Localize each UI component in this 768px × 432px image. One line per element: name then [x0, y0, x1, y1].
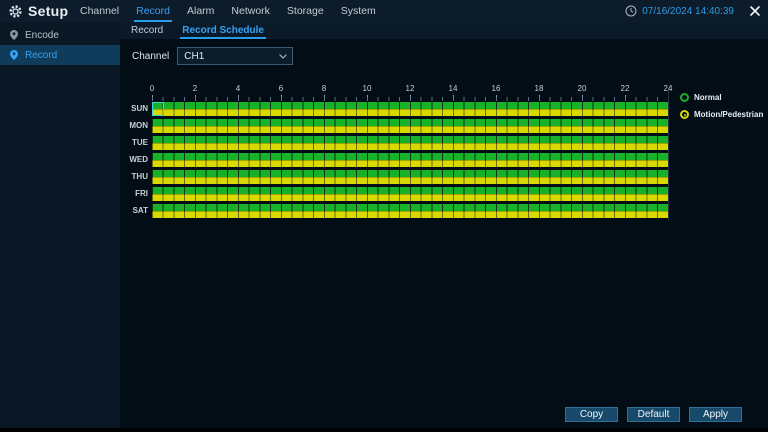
- datetime-display: 07/16/2024 14:40:39: [642, 5, 734, 17]
- record-icon: [10, 50, 18, 60]
- hour-label: 16: [491, 84, 501, 93]
- schedule-grid: 0 2 4 6 8 10 12 14 16 18 20 22 24 SUN MO…: [120, 22, 768, 428]
- schedule-bar-thu[interactable]: [152, 170, 668, 184]
- topbar-right: 07/16/2024 14:40:39: [625, 0, 761, 22]
- sidebar-item-encode[interactable]: Encode: [0, 25, 120, 45]
- sidebar: Encode Record: [0, 22, 120, 428]
- apply-button[interactable]: Apply: [689, 407, 742, 422]
- hour-label: 4: [235, 84, 241, 93]
- legend-label: Normal: [694, 93, 722, 102]
- hour-ticks-minor: [152, 97, 669, 101]
- setup-window: Setup Channel Record Alarm Network Stora…: [0, 0, 768, 432]
- menu-item-storage[interactable]: Storage: [285, 0, 326, 22]
- day-label: THU: [131, 172, 148, 181]
- selection-cursor: [152, 102, 164, 116]
- motion-band: [152, 160, 668, 167]
- motion-band: [152, 109, 668, 116]
- legend: Normal Motion/Pedestrian: [680, 93, 763, 119]
- sidebar-item-label: Encode: [25, 29, 59, 41]
- schedule-day-row: TUE: [120, 136, 768, 150]
- page-title: Setup: [28, 3, 69, 19]
- schedule-bar-wed[interactable]: [152, 153, 668, 167]
- legend-item-motion: Motion/Pedestrian: [680, 110, 763, 119]
- hour-label: 18: [534, 84, 544, 93]
- sidebar-item-record[interactable]: Record: [0, 45, 120, 65]
- motion-band: [152, 126, 668, 133]
- close-icon[interactable]: [749, 5, 761, 17]
- hour-label: 22: [620, 84, 630, 93]
- default-button[interactable]: Default: [627, 407, 680, 422]
- normal-band: [152, 153, 668, 160]
- topbar: Setup Channel Record Alarm Network Stora…: [0, 0, 768, 22]
- app-brand: Setup: [9, 0, 68, 22]
- main-panel: Record Record Schedule Channel CH1 0 2 4…: [120, 22, 768, 428]
- normal-band: [152, 187, 668, 194]
- normal-band: [152, 170, 668, 177]
- hour-label: 8: [321, 84, 327, 93]
- day-label: MON: [129, 121, 148, 130]
- day-label: WED: [129, 155, 148, 164]
- copy-button[interactable]: Copy: [565, 407, 618, 422]
- day-label: SAT: [132, 206, 148, 215]
- normal-legend-icon: [680, 93, 689, 102]
- normal-band: [152, 102, 668, 109]
- hour-label: 14: [448, 84, 458, 93]
- hour-label: 6: [278, 84, 284, 93]
- hour-label: 20: [577, 84, 587, 93]
- motion-band: [152, 194, 668, 201]
- schedule-bar-sun[interactable]: [152, 102, 668, 116]
- menu-item-alarm[interactable]: Alarm: [185, 0, 216, 22]
- schedule-day-row: SAT: [120, 204, 768, 218]
- gear-icon: [9, 4, 22, 18]
- motion-legend-icon: [680, 110, 689, 119]
- legend-item-normal: Normal: [680, 93, 763, 102]
- footer-buttons: Copy Default Apply: [565, 407, 742, 422]
- day-label: TUE: [132, 138, 148, 147]
- legend-label: Motion/Pedestrian: [694, 110, 764, 119]
- motion-band: [152, 177, 668, 184]
- schedule-bar-tue[interactable]: [152, 136, 668, 150]
- encode-icon: [10, 30, 18, 40]
- normal-band: [152, 119, 668, 126]
- schedule-day-row: WED: [120, 153, 768, 167]
- main-menu: Channel Record Alarm Network Storage Sys…: [78, 0, 378, 22]
- schedule-bar-mon[interactable]: [152, 119, 668, 133]
- hour-label: 10: [362, 84, 372, 93]
- sidebar-item-label: Record: [25, 49, 58, 61]
- menu-item-network[interactable]: Network: [229, 0, 272, 22]
- schedule-day-row: MON: [120, 119, 768, 133]
- schedule-day-row: FRI: [120, 187, 768, 201]
- clock-icon: [625, 5, 637, 17]
- menu-item-record[interactable]: Record: [134, 0, 172, 22]
- schedule-bar-fri[interactable]: [152, 187, 668, 201]
- normal-band: [152, 204, 668, 211]
- menu-item-system[interactable]: System: [339, 0, 378, 22]
- schedule-day-row: SUN: [120, 102, 768, 116]
- motion-band: [152, 211, 668, 218]
- menu-item-channel[interactable]: Channel: [78, 0, 121, 22]
- hour-label: 2: [192, 84, 198, 93]
- bottom-edge: [0, 428, 768, 432]
- schedule-day-row: THU: [120, 170, 768, 184]
- hour-label: 12: [405, 84, 415, 93]
- hour-label: 0: [149, 84, 155, 93]
- motion-band: [152, 143, 668, 150]
- normal-band: [152, 136, 668, 143]
- schedule-bar-sat[interactable]: [152, 204, 668, 218]
- day-label: FRI: [135, 189, 148, 198]
- day-label: SUN: [131, 104, 148, 113]
